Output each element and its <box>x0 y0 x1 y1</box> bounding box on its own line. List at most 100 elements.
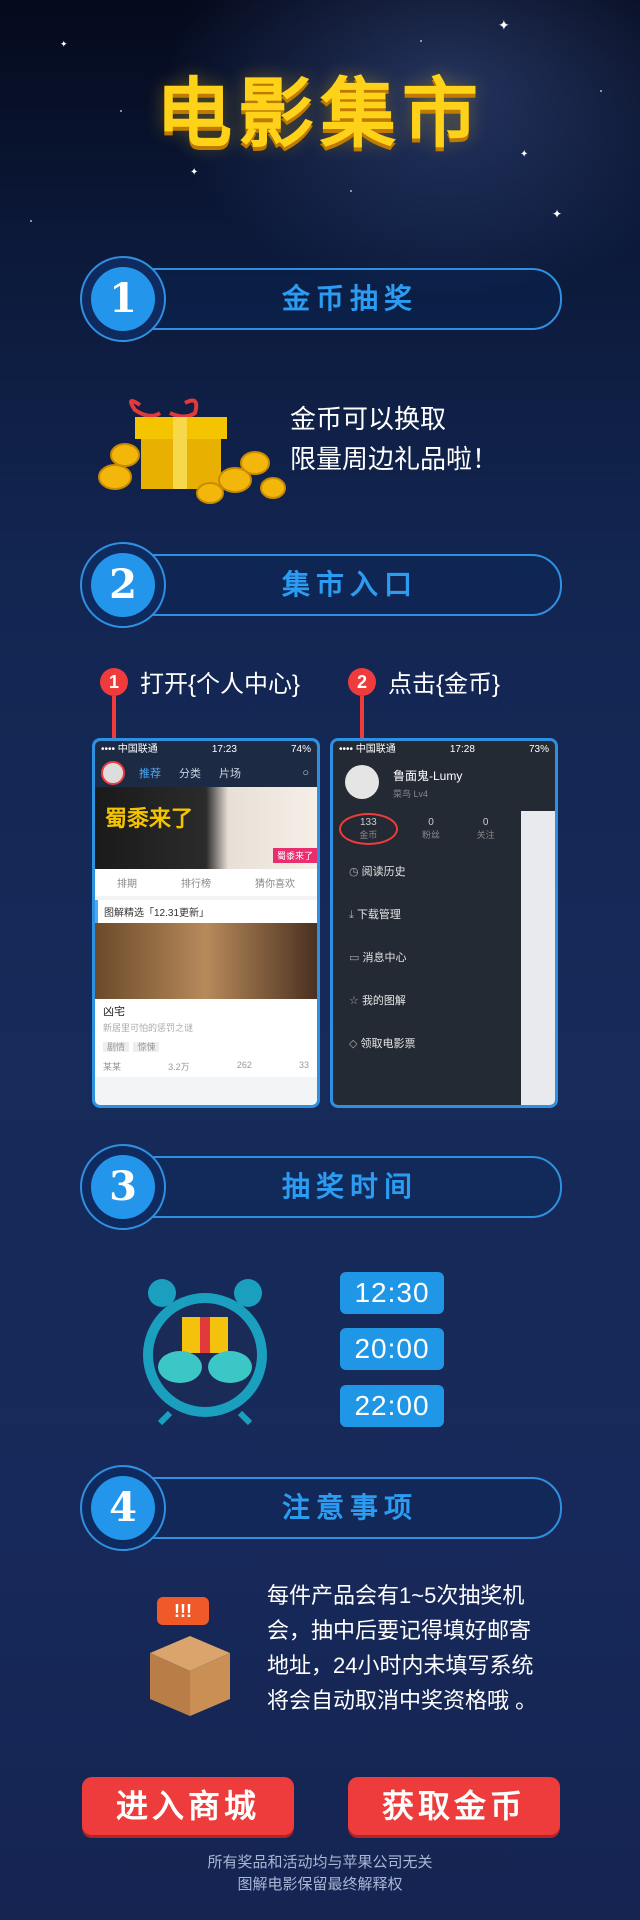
star-icon: ☆ <box>349 995 359 1007</box>
star-icon: ✦ <box>60 39 68 49</box>
star-icon: ✦ <box>498 17 510 33</box>
tab-recommend[interactable]: 推荐 <box>139 765 161 781</box>
profile-header: 鲁面鬼-Lumy 菜鸟 Lv4 <box>333 759 555 805</box>
promo-banner-title: 蜀黍来了 <box>105 806 194 831</box>
time-label: 17:28 <box>449 744 475 755</box>
section-title: 抽奖时间 <box>281 1171 418 1202</box>
section-title: 注意事项 <box>281 1492 418 1523</box>
phone-screenshot-profile: •••• 中国联通 17:28 73% 鲁面鬼-Lumy 菜鸟 Lv4 133 … <box>330 738 558 1108</box>
section-number: 1 <box>91 267 155 331</box>
time-slot: 20:00 <box>340 1328 444 1370</box>
stat-value: 0 <box>482 817 489 828</box>
section-number: 2 <box>91 553 155 617</box>
section-number-badge: 2 <box>80 542 166 628</box>
status-bar: •••• 中国联通 17:28 73% <box>333 741 555 759</box>
alarm-clock-gift-icon <box>140 1275 270 1426</box>
feed-card-title: 凶宅 <box>103 1006 125 1018</box>
play-count: 3.2万 <box>168 1062 190 1072</box>
stat-follow[interactable]: 0 关注 <box>458 813 513 845</box>
promo-banner[interactable]: 蜀黍来了 蜀黍来了 <box>95 787 317 869</box>
feed-card-image[interactable] <box>95 923 317 999</box>
step-label: 点击{金币} <box>388 671 501 698</box>
profile-stats: 133 金币 0 粉丝 0 关注 <box>333 813 513 845</box>
app-navbar: 推荐 分类 片场 ○ <box>95 759 317 787</box>
section-header-lottery: 金币抽奖 1 <box>80 256 562 342</box>
menu-item-label: 领取电影票 <box>360 1038 416 1050</box>
lottery-description: 金币可以换取 限量周边礼品啦！ <box>290 404 499 474</box>
quick-link-schedule[interactable]: 排期 <box>117 875 137 890</box>
feed-card-subtitle: 新居里可怕的惩罚之谜 <box>103 1023 194 1033</box>
get-coins-button[interactable]: 获取金币 <box>348 1777 560 1835</box>
tag-chip[interactable]: 惊悚 <box>133 1042 160 1052</box>
carrier-label: •••• 中国联通 <box>101 744 158 755</box>
home-screen-peek <box>521 811 555 1105</box>
stat-value: 133 <box>359 817 377 828</box>
section-number-badge: 1 <box>80 256 166 342</box>
stat-value: 0 <box>428 817 434 828</box>
step-label: 打开{个人中心} <box>140 671 301 698</box>
step-number-badge: 2 <box>348 668 376 696</box>
time-slot: 12:30 <box>340 1272 444 1314</box>
package-icon: !!! <box>145 1597 235 1717</box>
enter-mall-button[interactable]: 进入商城 <box>82 1777 294 1835</box>
stat-label: 金币 <box>359 830 378 840</box>
tab-category[interactable]: 分类 <box>179 765 201 781</box>
section-header-notes: 注意事项 4 <box>80 1465 562 1551</box>
profile-name: 鲁面鬼-Lumy <box>393 769 463 783</box>
time-label: 17:23 <box>211 744 237 755</box>
star-dot <box>30 220 32 222</box>
download-icon: ⤓ <box>349 909 354 921</box>
stat-coins[interactable]: 133 金币 <box>339 813 398 845</box>
tag-chip[interactable]: 剧情 <box>103 1042 130 1052</box>
footer-rights: 图解电影保留最终解释权 <box>237 1876 403 1893</box>
battery-label: 73% <box>528 744 549 755</box>
stat-label: 粉丝 <box>422 830 441 840</box>
like-count: 262 <box>236 1060 252 1070</box>
avatar[interactable] <box>101 761 125 785</box>
ticket-icon: ◇ <box>349 1038 358 1050</box>
star-dot <box>350 190 352 192</box>
avatar[interactable] <box>345 765 379 799</box>
battery-label: 74% <box>290 744 311 755</box>
feed-section-label: 图解精选「12.31更新」 <box>95 900 317 923</box>
star-dot <box>420 40 422 42</box>
quick-link-ranking[interactable]: 排行榜 <box>181 875 211 890</box>
footer-disclaimer: 所有奖品和活动均与苹果公司无关 <box>207 1854 433 1871</box>
search-icon[interactable]: ○ <box>302 767 309 779</box>
time-slot: 22:00 <box>340 1385 444 1427</box>
section-header-time: 抽奖时间 3 <box>80 1144 562 1230</box>
section-number-badge: 4 <box>80 1465 166 1551</box>
comment-count: 33 <box>298 1060 309 1070</box>
section-number: 4 <box>91 1476 155 1540</box>
menu-item-label: 下载管理 <box>356 909 401 921</box>
stat-fans[interactable]: 0 粉丝 <box>404 813 459 845</box>
feed-card[interactable]: 凶宅 新居里可怕的惩罚之谜 剧情 惊悚 某某 3.2万 262 33 <box>95 999 317 1077</box>
carrier-label: •••• 中国联通 <box>339 744 396 755</box>
notes-description: 每件产品会有1~5次抽奖机 会，抽中后要记得填好邮寄 地址，24小时内未填写系统… <box>267 1583 538 1713</box>
author-label: 某某 <box>103 1062 122 1072</box>
section-title: 金币抽奖 <box>281 283 418 314</box>
clock-icon: ◷ <box>349 866 359 878</box>
feed-card-footer: 某某 3.2万 262 33 <box>103 1060 309 1073</box>
quick-link-guess[interactable]: 猜你喜欢 <box>255 875 295 890</box>
tab-studio[interactable]: 片场 <box>219 765 241 781</box>
message-icon: ▭ <box>349 952 360 964</box>
promo-banner-tag: 蜀黍来了 <box>272 848 317 863</box>
section-number: 3 <box>91 1155 155 1219</box>
star-icon: ✦ <box>552 207 563 221</box>
section-number-badge: 3 <box>80 1144 166 1230</box>
menu-item-label: 消息中心 <box>362 952 407 964</box>
gift-coins-icon <box>95 395 295 505</box>
phone-screenshot-home: •••• 中国联通 17:23 74% 推荐 分类 片场 ○ 蜀黍来了 蜀黍来了… <box>92 738 320 1108</box>
section-title: 集市入口 <box>281 569 418 600</box>
stat-label: 关注 <box>476 830 495 840</box>
section-header-entry: 集市入口 2 <box>80 542 562 628</box>
page-title: 电影集市 <box>156 69 484 158</box>
profile-level: 菜鸟 Lv4 <box>393 789 429 799</box>
step-number-badge: 1 <box>100 668 128 696</box>
status-bar: •••• 中国联通 17:23 74% <box>95 741 317 759</box>
menu-item-label: 阅读历史 <box>361 866 406 878</box>
alert-bubble: !!! <box>157 1597 209 1625</box>
menu-item-label: 我的图解 <box>361 995 406 1007</box>
star-icon: ✦ <box>190 167 199 178</box>
